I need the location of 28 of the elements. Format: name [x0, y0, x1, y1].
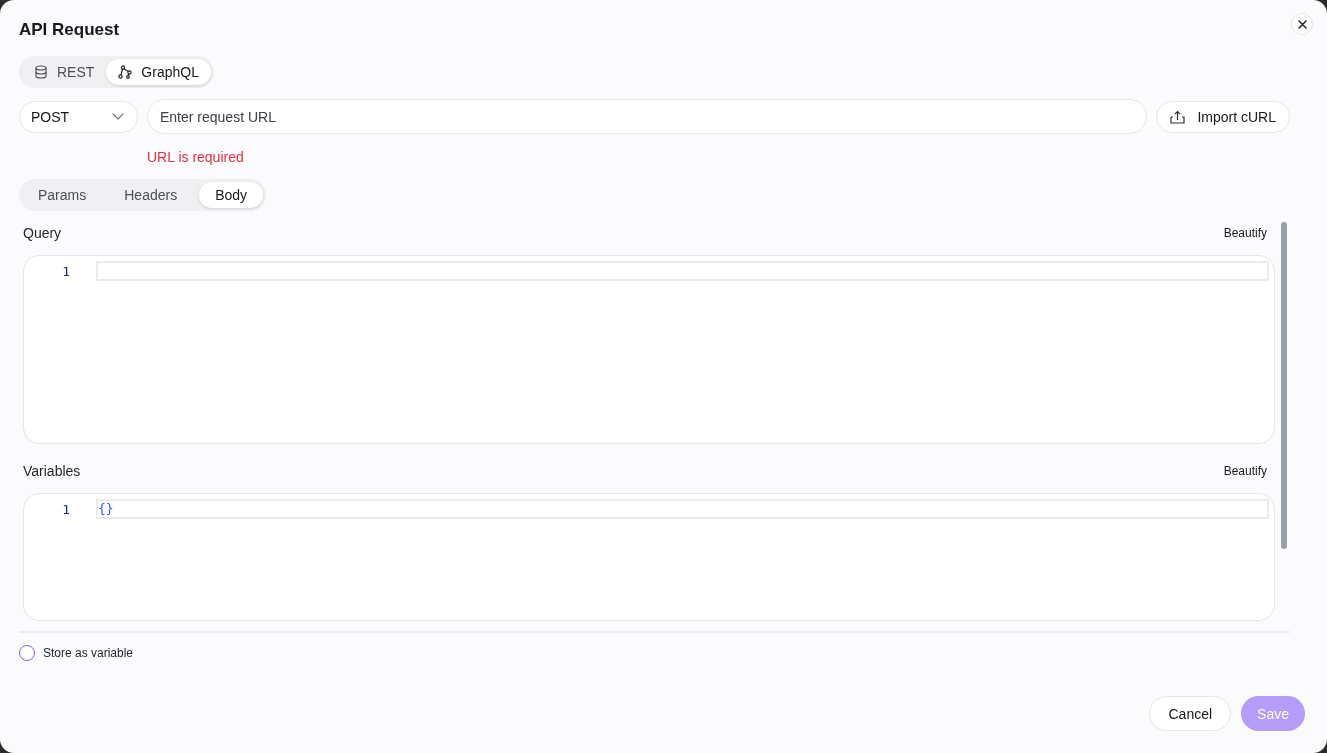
body-tab[interactable]: Body: [199, 182, 264, 208]
mode-tab[interactable]: REST: [22, 59, 107, 85]
radio-button[interactable]: [19, 645, 35, 661]
radio-label: Store as variable: [43, 646, 134, 660]
line-number: 1: [61, 263, 71, 279]
line-number: 1: [61, 501, 71, 517]
code-editor[interactable]: 1: [23, 255, 1275, 444]
body-tab[interactable]: Params: [22, 182, 103, 208]
beautify-button[interactable]: Beautify: [1223, 464, 1267, 478]
error-message: URL is required: [147, 149, 244, 165]
method-select[interactable]: POST: [19, 100, 138, 133]
dialog-title: API Request: [19, 19, 120, 41]
database-icon: [34, 65, 48, 79]
section-label: Variables: [23, 463, 81, 479]
secondary-button[interactable]: Cancel: [1149, 696, 1232, 731]
body-tab[interactable]: Headers: [108, 182, 194, 208]
scrollbar-thumb[interactable]: [1281, 222, 1287, 549]
import-curl-button[interactable]: Import cURL: [1156, 100, 1290, 133]
upload-icon: [1170, 109, 1186, 124]
chevron-down-icon: [112, 113, 124, 120]
code-editor[interactable]: 1 {}: [23, 493, 1275, 621]
graph-icon: [118, 65, 133, 79]
mode-tab[interactable]: GraphQL: [106, 59, 211, 85]
close-icon: [1297, 19, 1307, 29]
close-button[interactable]: [1291, 13, 1313, 35]
section-label: Query: [23, 225, 62, 241]
url-input[interactable]: Enter request URL: [147, 99, 1148, 134]
beautify-button[interactable]: Beautify: [1223, 226, 1267, 240]
